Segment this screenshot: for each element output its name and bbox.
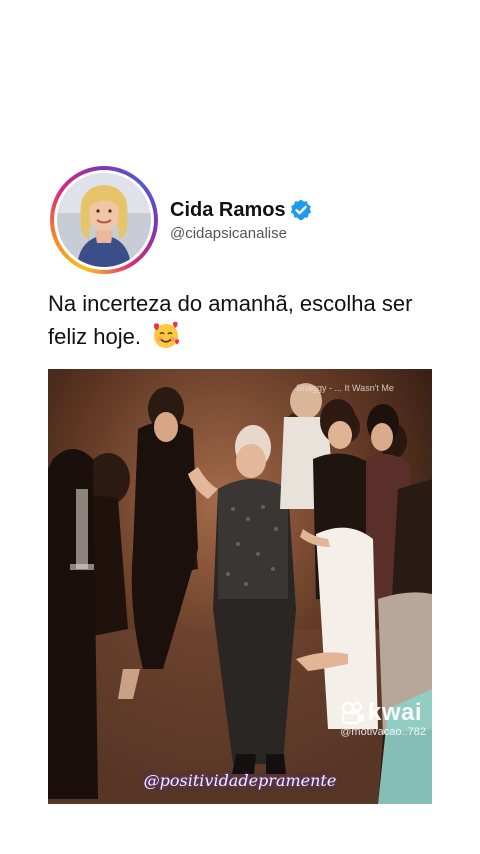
- smiling-face-with-hearts-icon: [154, 321, 180, 348]
- author-display-name[interactable]: Cida Ramos: [170, 199, 286, 222]
- kwai-username: @motivacao..782: [340, 726, 426, 738]
- kwai-logo-icon: [341, 701, 364, 725]
- name-row: Cida Ramos: [170, 198, 313, 222]
- author-handle[interactable]: @cidapsicanalise: [170, 225, 313, 242]
- kwai-wordmark: kwai: [367, 699, 422, 726]
- post-caption-text: Na incerteza do amanhã, escolha ser feli…: [48, 291, 413, 349]
- post-header: Cida Ramos @cidapsicanalise: [50, 166, 313, 274]
- avatar-story-ring[interactable]: [50, 166, 158, 274]
- verified-badge-icon: [290, 199, 311, 220]
- kwai-logo: kwai: [340, 699, 422, 727]
- profile-photo-icon[interactable]: [57, 173, 151, 267]
- dancing-crowd-scene: [48, 369, 432, 804]
- song-label: Shaggy - ... It Wasn't Me: [296, 383, 394, 393]
- video-player[interactable]: Shaggy - ... It Wasn't Me kwai @motivaca…: [48, 369, 432, 804]
- author-names: Cida Ramos @cidapsicanalise: [170, 198, 313, 242]
- video-watermark: @positividadepramente: [143, 771, 337, 790]
- avatar-frame: [54, 170, 154, 270]
- post-caption: Na incerteza do amanhã, escolha ser feli…: [48, 288, 448, 353]
